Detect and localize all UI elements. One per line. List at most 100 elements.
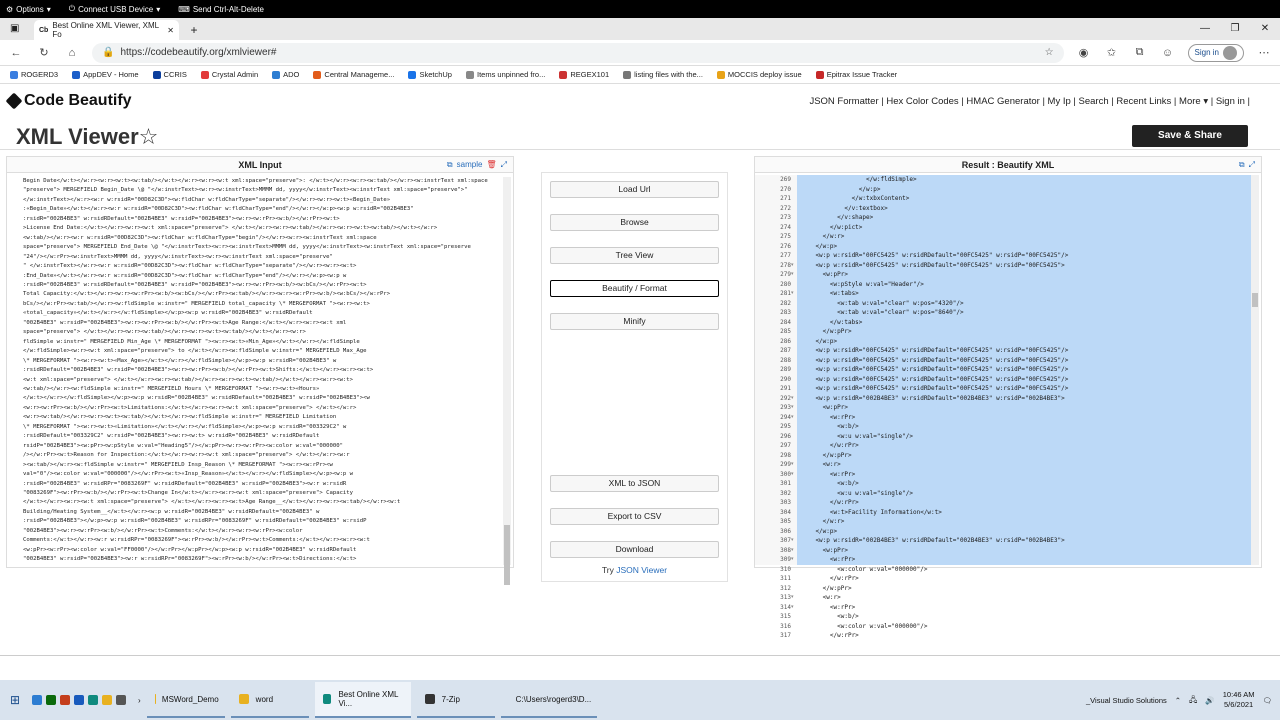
result-code-line: </w:pPr>	[801, 584, 852, 592]
browse-button[interactable]: Browse	[550, 214, 719, 231]
folder-icon[interactable]	[102, 695, 112, 705]
taskbar-app-item[interactable]: C:\Users\rogerd3\D...	[500, 682, 597, 718]
collections-icon[interactable]: ⧉	[1132, 46, 1148, 59]
scroll-thumb[interactable]	[1252, 293, 1258, 307]
fold-toggle-icon[interactable]: ▾	[791, 471, 794, 477]
file-explorer-icon[interactable]	[32, 695, 42, 705]
bookmark-item[interactable]: Central Manageme...	[313, 70, 394, 79]
xml-input-line: </w:t></w:r></w:fldSimple></w:p><w:p w:r…	[23, 395, 370, 402]
taskbar-app-item[interactable]: Best Online XML Vi...	[314, 682, 411, 718]
new-tab-icon[interactable]: +	[185, 23, 203, 37]
terminal-icon[interactable]	[116, 695, 126, 705]
copy-icon[interactable]: ⧉	[1239, 157, 1245, 173]
bookmark-item[interactable]: MOCCIS deploy issue	[716, 70, 802, 79]
fold-toggle-icon[interactable]: ▾	[791, 594, 794, 600]
result-code-line: <w:p w:rsidR="00FC5425" w:rsidRDefault="…	[801, 375, 1069, 383]
favorites-icon[interactable]: ✩	[1104, 46, 1120, 59]
fold-toggle-icon[interactable]: ▾	[791, 395, 794, 401]
fold-toggle-icon[interactable]: ▾	[791, 604, 794, 610]
fold-toggle-icon[interactable]: ▾	[791, 271, 794, 277]
minify-button[interactable]: Minify	[550, 313, 719, 330]
sign-in-button[interactable]: Sign in	[1187, 43, 1244, 62]
bookmark-item[interactable]: listing files with the...	[623, 70, 703, 79]
taskbar-app-item[interactable]: MSWord_Demo	[146, 682, 225, 718]
bookmark-item[interactable]: ROGERD3	[10, 70, 58, 79]
extension-icon[interactable]: ◉	[1076, 46, 1092, 59]
fold-toggle-icon[interactable]: ▾	[791, 537, 794, 543]
download-button[interactable]: Download	[550, 541, 719, 558]
xml-input-scrollbar[interactable]	[503, 177, 511, 585]
beautify-format-button[interactable]: Beautify / Format	[550, 280, 719, 297]
bookmark-item[interactable]: AppDEV - Home	[72, 70, 139, 79]
fold-toggle-icon[interactable]: ▾	[791, 556, 794, 562]
copy-icon[interactable]: ⧉	[447, 157, 453, 173]
profile-sync-icon[interactable]: ☺	[1160, 47, 1176, 59]
browser-tab-active[interactable]: Cb Best Online XML Viewer, XML Fo ✕	[34, 20, 179, 40]
fold-toggle-icon[interactable]: ▾	[791, 461, 794, 467]
rdp-connect-usb[interactable]: ⏻ Connect USB Device ▾	[69, 4, 161, 14]
xml-input-line: " </w:instrText></w:r><w:r w:rsidR="00D8…	[23, 263, 357, 270]
result-code-line: </w:pict>	[801, 223, 863, 231]
bookmark-item[interactable]: CCRIS	[152, 70, 187, 79]
close-window-icon[interactable]: ✕	[1250, 18, 1280, 40]
restore-icon[interactable]: ❐	[1220, 18, 1250, 40]
app-icon	[238, 694, 249, 704]
load-url-button[interactable]: Load Url	[550, 181, 719, 198]
fold-toggle-icon[interactable]: ▾	[791, 262, 794, 268]
xml-input-editor[interactable]: Begin Date</w:t></w:r><w:r><w:t><w:tab/>…	[23, 177, 501, 565]
bookmark-item[interactable]: Epitrax Issue Tracker	[815, 70, 897, 79]
result-code-line: </w:p>	[801, 337, 838, 345]
bookmark-item[interactable]: Crystal Admin	[200, 70, 258, 79]
result-editor[interactable]: </w:fldSimple> </w:p> </w:txbxContent> <…	[797, 175, 1251, 639]
minimize-icon[interactable]: —	[1190, 18, 1220, 40]
notification-icon[interactable]: 🗨	[1262, 696, 1272, 705]
result-code-line: <w:r>	[801, 461, 841, 468]
fold-toggle-icon[interactable]: ▾	[791, 414, 794, 420]
expand-icon[interactable]: ⤢	[1249, 157, 1255, 173]
excel-icon[interactable]	[46, 695, 56, 705]
save-share-button[interactable]: Save & Share	[1132, 125, 1248, 147]
toolbar-label[interactable]: _Visual Studio Solutions	[1086, 696, 1167, 705]
expand-icon[interactable]: ⤢	[501, 157, 507, 173]
rdp-send-cad[interactable]: ⌨ Send Ctrl-Alt-Delete	[178, 5, 264, 14]
close-tab-icon[interactable]: ✕	[167, 26, 174, 35]
json-viewer-link[interactable]: JSON Viewer	[616, 565, 667, 575]
delete-icon[interactable]: 🗑	[486, 157, 496, 173]
powerpoint-icon[interactable]	[60, 695, 70, 705]
windows-start-icon[interactable]: ⊞	[0, 693, 30, 707]
edge-icon[interactable]	[88, 695, 98, 705]
volume-icon[interactable]: 🔊	[1205, 696, 1214, 705]
sample-link[interactable]: sample	[457, 157, 483, 173]
taskbar-app-item[interactable]: 7-Zip	[416, 682, 495, 718]
result-code-line: <w:rPr>	[801, 470, 856, 478]
more-menu-icon[interactable]: ⋯	[1256, 46, 1272, 59]
network-icon[interactable]: 🖧	[1189, 694, 1197, 707]
scroll-thumb[interactable]	[504, 525, 510, 585]
bookmark-item[interactable]: SketchUp	[408, 70, 452, 79]
favorite-star-icon[interactable]: ☆	[1045, 47, 1054, 58]
clock[interactable]: 10:46 AM 5/6/2021	[1223, 690, 1255, 710]
word-icon[interactable]	[74, 695, 84, 705]
site-logo[interactable]: Code Beautify	[5, 92, 132, 110]
fold-toggle-icon[interactable]: ▾	[791, 404, 794, 410]
bookmark-item[interactable]: Items unpinned fro...	[465, 70, 545, 79]
bookmark-item[interactable]: ADO	[272, 70, 299, 79]
home-icon[interactable]: ⌂	[64, 47, 80, 59]
taskbar-app-item[interactable]: word	[230, 682, 309, 718]
refresh-icon[interactable]: ↻	[36, 46, 52, 59]
tree-view-button[interactable]: Tree View	[550, 247, 719, 264]
tab-actions-icon[interactable]: ▣	[10, 23, 19, 34]
bookmark-item[interactable]: REGEX101	[559, 70, 609, 79]
chevron-up-icon[interactable]: ⌃	[1175, 696, 1181, 705]
fold-toggle-icon[interactable]: ▾	[791, 547, 794, 553]
rdp-options[interactable]: ⚙ Options ▾	[6, 5, 51, 14]
fold-toggle-icon[interactable]: ▾	[791, 290, 794, 296]
export-csv-button[interactable]: Export to CSV	[550, 508, 719, 525]
result-scrollbar[interactable]	[1251, 175, 1259, 565]
xml-input-line: Comments:</w:t></w:r><w:r w:rsidRPr="008…	[23, 537, 370, 544]
back-icon[interactable]: ←	[8, 47, 24, 59]
url-field[interactable]: 🔒 https://codebeautify.org/xmlviewer# ☆	[92, 42, 1064, 63]
xml-to-json-button[interactable]: XML to JSON	[550, 475, 719, 492]
line-number: 303	[780, 499, 791, 506]
top-navigation[interactable]: JSON Formatter | Hex Color Codes | HMAC …	[809, 96, 1250, 107]
